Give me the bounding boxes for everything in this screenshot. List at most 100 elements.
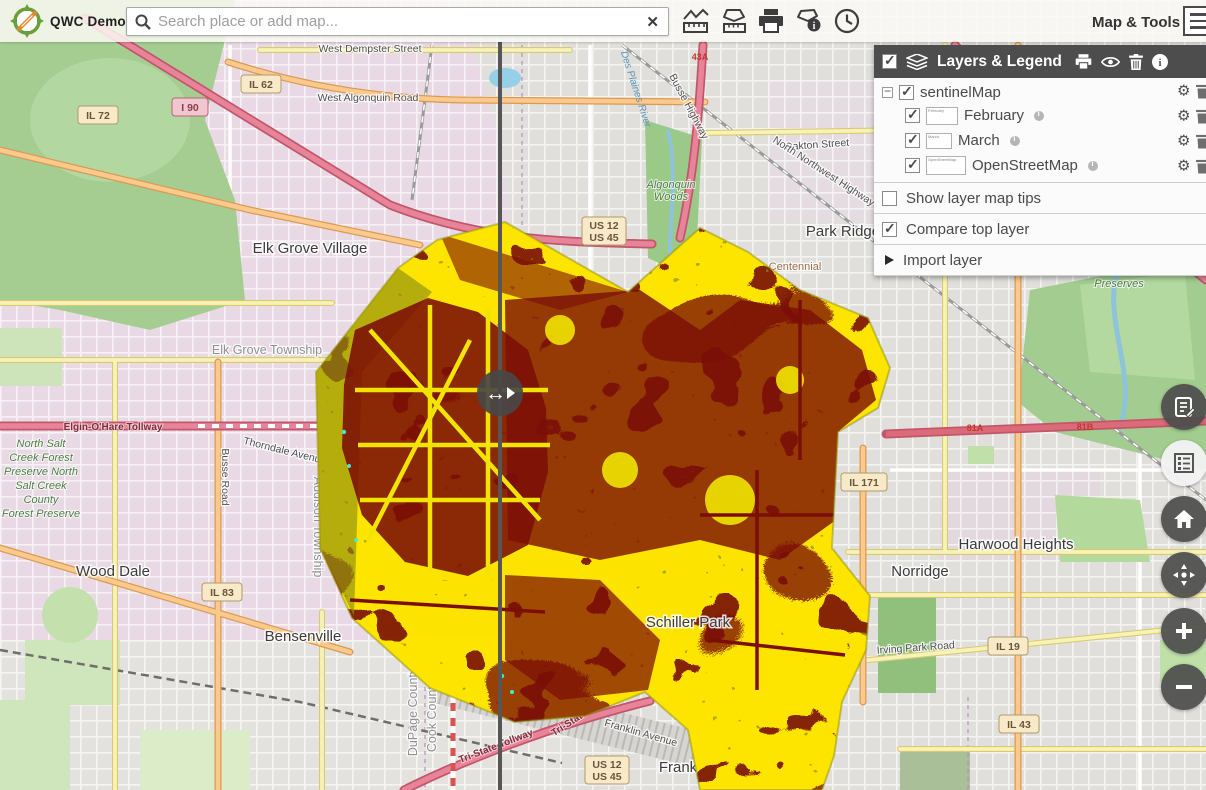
green-area-label: North Salt xyxy=(17,438,67,450)
layers-legend-panel: Layers & Legend i sentinelMap xyxy=(874,45,1206,276)
remove-all-layers-trash-icon[interactable] xyxy=(1129,54,1143,70)
compare-label: Compare top layer xyxy=(906,221,1029,238)
svg-text:US 45: US 45 xyxy=(592,771,621,783)
layer-row-openstreetmap[interactable]: OpenStreetMap OpenStreetMap xyxy=(874,153,1206,178)
import-layer-label: Import layer xyxy=(903,252,982,269)
remove-layer-trash-icon[interactable] xyxy=(1196,133,1206,148)
green-area-label: Woods xyxy=(654,191,689,203)
green-area-label: Salt Creek xyxy=(15,480,67,492)
map-tips-label: Show layer map tips xyxy=(906,190,1041,207)
legend-thumbnail: February xyxy=(926,107,958,125)
svg-text:IL 72: IL 72 xyxy=(86,110,110,122)
layer-info-dot-icon[interactable] xyxy=(1088,161,1098,171)
group-checkbox[interactable] xyxy=(899,85,914,100)
clear-search-icon[interactable]: ✕ xyxy=(637,13,668,31)
layer-checkbox[interactable] xyxy=(905,133,920,148)
print-legend-icon[interactable] xyxy=(1075,54,1092,70)
identify-region-tool-button[interactable]: i xyxy=(793,6,825,36)
county-label: DuPage County xyxy=(406,667,420,756)
height-profile-tool-button[interactable] xyxy=(679,6,711,36)
document-edit-button[interactable] xyxy=(1161,384,1206,430)
layer-info-dot-icon[interactable] xyxy=(1010,136,1020,146)
layer-info-dot-icon[interactable] xyxy=(1034,111,1044,121)
panel-visibility-checkbox[interactable] xyxy=(882,54,897,69)
collapse-group-toggle[interactable] xyxy=(882,87,893,98)
layer-settings-gear-icon[interactable] xyxy=(1177,156,1190,174)
zoom-in-button[interactable] xyxy=(1161,608,1206,654)
home-extent-button[interactable] xyxy=(1161,496,1206,542)
qwc-app: West Dempster Street West Algonquin Road… xyxy=(0,0,1206,790)
print-tool-button[interactable] xyxy=(755,6,787,36)
layer-label: March xyxy=(958,132,1000,149)
svg-text:IL 43: IL 43 xyxy=(1007,719,1031,731)
svg-text:IL 19: IL 19 xyxy=(996,641,1020,653)
exit-label: 81A xyxy=(967,423,984,433)
city-label: Harwood Heights xyxy=(958,536,1073,553)
green-area-label: Creek Forest xyxy=(9,452,74,464)
qwc-compass-logo-icon xyxy=(10,4,44,38)
app-title: QWC Demo xyxy=(50,14,126,29)
legend-list-button[interactable] xyxy=(1161,440,1206,486)
exit-label: 43A xyxy=(692,52,709,62)
legend-thumbnail: OpenStreetMap xyxy=(926,156,966,175)
us-route-shield: US 12 US 45 xyxy=(582,217,626,245)
panel-header: Layers & Legend i xyxy=(874,45,1206,78)
svg-text:I 90: I 90 xyxy=(181,102,199,114)
township-label: Elk Grove Township xyxy=(212,343,322,357)
layer-row-march[interactable]: March March xyxy=(874,128,1206,153)
import-layer-option[interactable]: Import layer xyxy=(874,245,1206,276)
remove-group-trash-icon[interactable] xyxy=(1196,83,1206,98)
right-triangle-icon xyxy=(507,387,515,399)
toggle-all-visibility-eye-icon[interactable] xyxy=(1101,55,1120,69)
pan-position-button[interactable] xyxy=(1161,552,1206,598)
area-label: Centennial xyxy=(769,261,822,273)
city-label: Elk Grove Village xyxy=(253,240,368,257)
search-icon xyxy=(135,14,151,30)
compare-slider-handle[interactable]: ↔ xyxy=(477,370,523,416)
search-input[interactable] xyxy=(158,13,637,30)
top-toolbar: QWC Demo ✕ i xyxy=(0,0,1206,42)
city-label: Schiller Park xyxy=(646,614,731,631)
layer-label: February xyxy=(964,107,1024,124)
remove-layer-trash-icon[interactable] xyxy=(1196,108,1206,123)
svg-text:i: i xyxy=(1158,57,1161,69)
layer-checkbox[interactable] xyxy=(905,108,920,123)
motorway-label: Elgin-O'Hare Tollway xyxy=(64,422,163,433)
layer-row-february[interactable]: February February xyxy=(874,103,1206,128)
city-label: Norridge xyxy=(891,563,949,580)
green-area-label: Forest Preserve xyxy=(2,508,80,520)
zoom-out-button[interactable] xyxy=(1161,664,1206,710)
hamburger-menu-button[interactable] xyxy=(1183,6,1206,36)
layer-checkbox[interactable] xyxy=(905,158,920,173)
svg-text:i: i xyxy=(813,21,816,32)
show-map-tips-option[interactable]: Show layer map tips xyxy=(874,183,1206,214)
map-tips-checkbox[interactable] xyxy=(882,191,897,206)
green-area-label: Preserve North xyxy=(4,466,78,478)
search-bar[interactable]: ✕ xyxy=(126,7,669,36)
layer-group-row[interactable]: sentinelMap xyxy=(874,78,1206,103)
svg-text:US 45: US 45 xyxy=(589,232,618,244)
group-settings-gear-icon[interactable] xyxy=(1177,81,1190,99)
green-area-label: Algonquin xyxy=(646,179,696,191)
street-label: Busse Road xyxy=(219,448,231,505)
svg-text:US 12: US 12 xyxy=(592,759,621,771)
panel-title: Layers & Legend xyxy=(937,53,1062,71)
remove-layer-trash-icon[interactable] xyxy=(1196,158,1206,173)
group-label: sentinelMap xyxy=(920,84,1001,101)
time-manager-tool-button[interactable] xyxy=(831,6,863,36)
compare-checkbox[interactable] xyxy=(882,222,897,237)
measure-tool-button[interactable] xyxy=(717,6,749,36)
left-right-arrow-icon: ↔ xyxy=(485,383,506,404)
city-label: Park Ridge xyxy=(806,223,880,240)
city-label: Wood Dale xyxy=(76,563,150,580)
layer-settings-gear-icon[interactable] xyxy=(1177,131,1190,149)
street-label: West Algonquin Road xyxy=(318,92,419,104)
svg-text:IL 83: IL 83 xyxy=(210,587,234,599)
expand-triangle-icon[interactable] xyxy=(885,255,894,265)
exit-label: 81B xyxy=(1077,422,1094,432)
compare-top-layer-option[interactable]: Compare top layer xyxy=(874,214,1206,245)
layers-stack-icon xyxy=(906,54,928,70)
layer-info-icon[interactable]: i xyxy=(1152,54,1168,70)
layer-settings-gear-icon[interactable] xyxy=(1177,106,1190,124)
green-area-label: County xyxy=(24,494,60,506)
